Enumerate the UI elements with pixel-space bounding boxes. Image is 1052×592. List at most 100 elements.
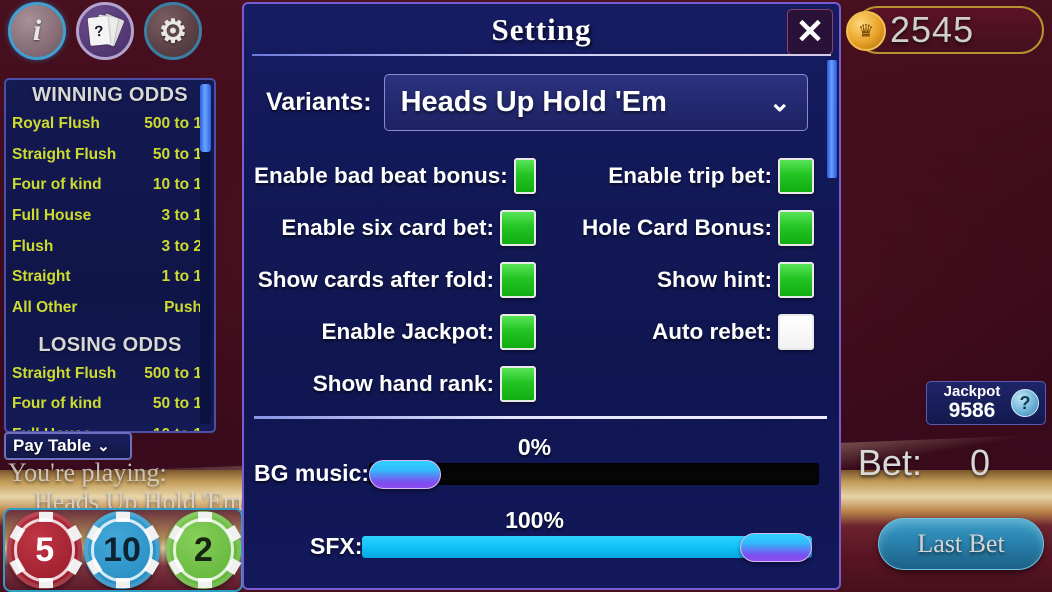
bg-music-slider-knob[interactable] bbox=[369, 459, 442, 489]
winning-odds-title: WINNING ODDS bbox=[32, 84, 188, 106]
odds-hand-name: Flush bbox=[12, 237, 54, 255]
losing-odds-list: Straight Flush 500 to 1 Four of kind 50 to … bbox=[6, 359, 214, 431]
settings-button[interactable]: ⚙ bbox=[144, 2, 202, 60]
settings-dialog-title: Setting bbox=[491, 12, 592, 47]
setting-row-enable-trip-bet: Enable trip bet: bbox=[536, 158, 814, 194]
odds-row: Royal Flush 500 to 1 bbox=[6, 109, 214, 140]
chip-value: 10 bbox=[103, 530, 141, 569]
dialog-divider-top bbox=[252, 54, 831, 56]
odds-hand-name: Four of kind bbox=[12, 395, 102, 413]
sfx-slider-knob[interactable] bbox=[740, 532, 813, 562]
setting-row-show-hint: Show hint: bbox=[536, 262, 814, 298]
jackpot-text: Jackpot 9586 bbox=[933, 384, 1011, 422]
bg-music-slider-track[interactable] bbox=[369, 459, 820, 489]
enable-trip-bet-label: Enable trip bet: bbox=[608, 163, 772, 188]
odds-hand-name: Straight Flush bbox=[12, 364, 117, 382]
cards-help-icon: ? bbox=[87, 13, 125, 48]
show-hand-rank-label: Show hand rank: bbox=[312, 371, 494, 396]
dialog-divider-middle bbox=[254, 416, 827, 419]
odds-hand-name: Full House bbox=[12, 207, 92, 225]
jackpot-label: Jackpot bbox=[943, 383, 1001, 401]
odds-row: Straight Flush 50 to 1 bbox=[6, 140, 214, 171]
chip-10[interactable]: 10 bbox=[84, 511, 160, 589]
variants-row: Variants: Heads Up Hold 'Em ⌄ bbox=[266, 74, 808, 131]
enable-bad-beat-bonus-checkbox[interactable] bbox=[513, 158, 536, 194]
pay-table-dropdown[interactable]: Pay Table ⌄ bbox=[4, 432, 132, 460]
settings-dialog: Setting ✕ Variants: Heads Up Hold 'Em ⌄ … bbox=[242, 2, 841, 590]
auto-rebet-label: Auto rebet: bbox=[652, 319, 772, 344]
odds-row: Straight 1 to 1 bbox=[6, 262, 214, 293]
bet-label: Bet: bbox=[857, 442, 922, 483]
odds-row: Straight Flush 500 to 1 bbox=[6, 359, 214, 390]
last-bet-label: Last Bet bbox=[917, 529, 1005, 558]
sfx-slider-percent-label: 100% bbox=[505, 507, 564, 533]
sfx-slider-track[interactable] bbox=[362, 532, 813, 562]
show-hand-rank-checkbox[interactable] bbox=[500, 366, 536, 402]
odds-hand-name: Straight Flush bbox=[12, 145, 117, 163]
odds-value: 10 to 1 bbox=[153, 421, 202, 431]
chip-rack[interactable]: 5 10 2 bbox=[3, 508, 243, 592]
setting-row-show-cards-after-fold: Show cards after fold: bbox=[254, 262, 536, 298]
show-hint-checkbox[interactable] bbox=[778, 262, 814, 298]
odds-panel-scrollbar-thumb[interactable] bbox=[200, 84, 211, 152]
odds-value: 50 to 1 bbox=[152, 145, 202, 163]
chevron-down-icon: ⌄ bbox=[97, 437, 110, 455]
hole-card-bonus-label: Hole Card Bonus: bbox=[581, 215, 772, 240]
chevron-down-icon: ⌄ bbox=[768, 87, 791, 117]
enable-jackpot-label: Enable Jackpot: bbox=[321, 319, 494, 344]
enable-trip-bet-checkbox[interactable] bbox=[778, 158, 814, 194]
enable-six-card-bet-checkbox[interactable] bbox=[500, 210, 536, 246]
odds-panel-scrollbar[interactable] bbox=[200, 84, 211, 424]
auto-rebet-checkbox[interactable] bbox=[778, 314, 814, 350]
info-button[interactable]: i bbox=[8, 2, 66, 60]
settings-checkbox-grid: Enable bad beat bonus: Enable trip bet: En… bbox=[254, 150, 814, 410]
bg-music-slider-row: BG music: bbox=[254, 459, 820, 489]
setting-row-auto-rebet: Auto rebet: bbox=[536, 314, 814, 350]
bg-music-slider-label: BG music: bbox=[254, 460, 370, 486]
sfx-slider-row: SFX: bbox=[310, 532, 813, 562]
cards-help-button[interactable]: ? bbox=[76, 2, 134, 60]
variants-select[interactable]: Heads Up Hold 'Em ⌄ bbox=[383, 74, 808, 131]
show-cards-after-fold-checkbox[interactable] bbox=[500, 262, 536, 298]
setting-row-enable-six-card-bet: Enable six card bet: bbox=[254, 210, 536, 246]
last-bet-button[interactable]: Last Bet bbox=[878, 518, 1044, 570]
hole-card-bonus-checkbox[interactable] bbox=[778, 210, 814, 246]
topbar-icon-group: i ? ⚙ bbox=[8, 2, 202, 60]
odds-value: 500 to 1 bbox=[144, 364, 202, 382]
odds-value: 50 to 1 bbox=[152, 395, 202, 413]
close-icon[interactable]: ✕ bbox=[787, 9, 833, 55]
odds-panel[interactable]: WINNING ODDS Royal Flush 500 to 1 Straight… bbox=[4, 78, 216, 433]
cards-help-icon-label: ? bbox=[87, 16, 111, 46]
settings-scrollbar-thumb[interactable] bbox=[827, 60, 837, 178]
setting-row-enable-jackpot: Enable Jackpot: bbox=[254, 314, 536, 350]
odds-row: Full House 3 to 1 bbox=[6, 201, 214, 232]
odds-value: 500 to 1 bbox=[144, 115, 202, 132]
odds-hand-name: Royal Flush bbox=[12, 115, 100, 132]
chip-2[interactable]: 2 bbox=[165, 511, 241, 589]
variants-label: Variants: bbox=[266, 88, 372, 116]
jackpot-help-icon[interactable]: ? bbox=[1011, 389, 1039, 417]
odds-row: Four of kind 50 to 1 bbox=[6, 389, 214, 420]
coin-icon: ♛ bbox=[846, 11, 886, 51]
odds-value: 3 to 1 bbox=[161, 207, 202, 225]
chip-value: 2 bbox=[193, 530, 213, 569]
losing-odds-title: LOSING ODDS bbox=[38, 333, 182, 356]
jackpot-amount: 9586 bbox=[948, 398, 996, 422]
enable-bad-beat-bonus-label: Enable bad beat bonus: bbox=[254, 163, 508, 188]
chip-value: 5 bbox=[35, 530, 55, 569]
info-icon: i bbox=[32, 14, 42, 47]
enable-jackpot-checkbox[interactable] bbox=[500, 314, 536, 350]
setting-row-enable-bad-beat-bonus: Enable bad beat bonus: bbox=[254, 158, 536, 194]
playing-line-1: You're playing: bbox=[8, 458, 167, 487]
odds-value: 1 to 1 bbox=[161, 268, 202, 286]
bet-readout: Bet: 0 bbox=[858, 442, 990, 484]
bg-music-slider-percent-label: 0% bbox=[517, 434, 552, 460]
odds-row: All Other Push bbox=[6, 293, 214, 324]
odds-hand-name: Four of kind bbox=[12, 176, 102, 194]
coin-balance[interactable]: ♛ 2545 bbox=[846, 6, 1044, 54]
chip-5[interactable]: 5 bbox=[7, 511, 83, 589]
bet-value: 0 bbox=[969, 442, 990, 483]
jackpot-badge[interactable]: Jackpot 9586 ? bbox=[926, 381, 1046, 425]
odds-hand-name: All Other bbox=[12, 299, 78, 317]
settings-scrollbar[interactable] bbox=[827, 60, 837, 410]
